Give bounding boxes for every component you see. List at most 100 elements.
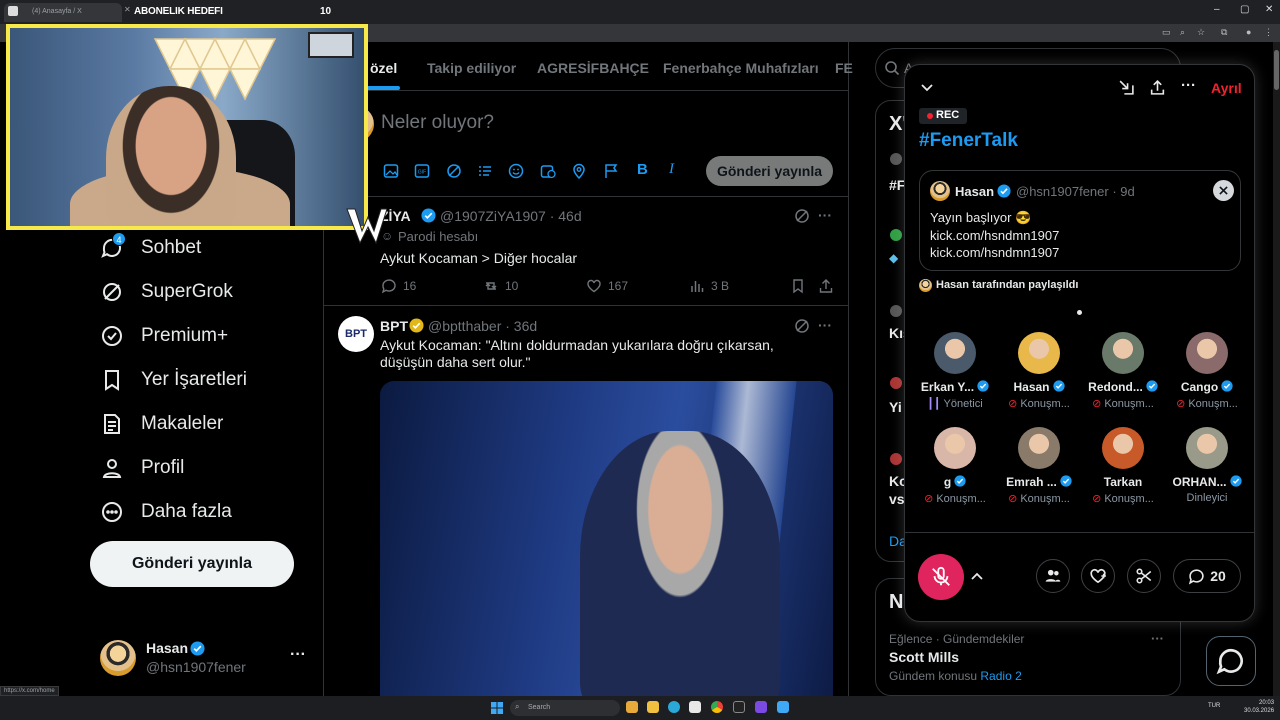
like-button[interactable]: 167 [586,278,628,294]
participant-role: ⊘ Konuşm... [1080,492,1166,505]
tab-list-icon[interactable] [8,6,18,16]
app-icon[interactable] [626,701,638,713]
taskbar-search[interactable]: Search [510,700,620,716]
space-participant[interactable]: Emrah ... ⊘ Konuşm... [996,427,1082,517]
space-participant[interactable]: Erkan Y... ┃┃ Yönetici [912,332,998,422]
share-icon[interactable] [1149,79,1166,96]
menu-icon[interactable]: ⋮ [1264,27,1273,38]
leave-space-button[interactable]: Ayrıl [1211,80,1242,96]
collapse-chevron-icon[interactable] [919,80,935,96]
app-icon[interactable] [755,701,767,713]
italic-icon[interactable]: I [669,161,674,178]
space-participant[interactable]: g ⊘ Konuşm... [912,427,998,517]
browser-tab[interactable]: (4) Anasayfa / X [4,3,122,22]
space-participant[interactable]: Tarkan ⊘ Konuşm... [1080,427,1166,517]
people-button[interactable] [1036,559,1070,593]
more-dots-icon[interactable]: ··· [818,317,832,333]
nav-item-bookmarks[interactable]: Yer İşaretleri [100,364,247,396]
tweet-media-image[interactable] [380,381,833,696]
subscription-goal-count: 10 [320,6,332,17]
trend-sub-link[interactable]: Radio 2 [980,669,1021,683]
nav-item-more[interactable]: Daha fazla [100,496,232,528]
emoji-icon[interactable] [508,163,524,179]
space-participant[interactable]: ORHAN... Dinleyici [1164,427,1250,517]
star-icon[interactable]: ☆ [1197,27,1205,38]
grok-icon[interactable] [794,318,810,334]
nav-item-articles[interactable]: Makaleler [100,408,223,440]
nav-item-premium[interactable]: Premium+ [100,320,228,352]
flag-icon[interactable] [603,163,619,179]
space-chat-button[interactable]: 20 [1173,559,1241,593]
language-indicator[interactable]: TUR [1208,703,1220,709]
share-icon[interactable] [818,278,834,294]
mic-muted-button[interactable] [918,554,964,600]
tab-following[interactable]: Takip ediliyor [427,60,516,76]
nav-item-profile[interactable]: Profil [100,452,184,484]
tweet-handle-time[interactable]: @bptthaber · 36d [428,318,537,334]
expand-up-chevron-icon[interactable] [969,568,985,584]
profile-avatar-icon[interactable]: ● [1246,27,1251,37]
scrollbar[interactable] [1273,42,1280,696]
poll-icon[interactable] [477,163,493,179]
extensions-icon[interactable]: ⧉ [1221,27,1227,38]
tab-cut[interactable]: FE [835,60,853,76]
tab-fenerbahce-muhafizlari[interactable]: Fenerbahçe Muhafızları [663,60,819,76]
image-icon[interactable] [383,163,399,179]
space-participant[interactable]: Redond... ⊘ Konuşm... [1080,332,1166,422]
compose-input[interactable]: Neler oluyor? [381,112,494,134]
obs-icon[interactable] [733,701,745,713]
more-dots-icon[interactable]: ··· [290,646,306,664]
edge-browser-icon[interactable] [668,701,680,713]
pinned-link[interactable]: kick.com/hsndmn1907 [930,228,1059,243]
more-dots-icon[interactable]: ··· [1151,631,1164,646]
minimize-icon[interactable]: – [1214,4,1220,15]
retweet-button[interactable]: 10 [483,278,518,294]
bold-icon[interactable]: B [637,161,648,178]
close-window-icon[interactable]: ✕ [1265,4,1273,15]
compose-post-button[interactable]: Gönderi yayınla [706,156,833,186]
views-button[interactable]: 3 B [689,278,729,294]
space-title[interactable]: #FenerTalk [919,130,1018,152]
reactions-button[interactable] [1081,559,1115,593]
trend-title[interactable]: Scott Mills [889,649,959,665]
space-participant[interactable]: Hasan ⊘ Konuşm... [996,332,1082,422]
tab-ozel[interactable]: özel [370,60,397,76]
schedule-icon[interactable] [540,163,556,179]
more-dots-icon[interactable]: ··· [1181,77,1196,94]
tweet-handle-time[interactable]: @1907ZiYA1907 · 46d [440,208,582,224]
location-icon[interactable] [571,163,587,179]
clip-button[interactable] [1127,559,1161,593]
tweet-author-name[interactable]: BPT [380,318,408,334]
windows-start-icon[interactable] [491,701,503,714]
bookmark-icon[interactable] [790,278,806,294]
zoom-icon[interactable]: ⌕ [1180,27,1185,38]
reply-button[interactable]: 16 [381,278,416,294]
tweet-avatar[interactable]: BPT [338,316,374,352]
gif-icon[interactable]: GIF [414,163,430,179]
cast-icon[interactable]: ▭ [1162,27,1171,38]
tab-agresifbahce[interactable]: AGRESİFBAHÇE [537,60,649,76]
pinned-link[interactable]: kick.com/hsndmn1907 [930,245,1059,260]
participant-role: ⊘ Konuşm... [996,492,1082,505]
grok-icon[interactable] [446,163,462,179]
nav-item-supergrok[interactable]: SuperGrok [100,276,233,308]
taskbar-clock[interactable]: 20:03 30.03.2026 [1244,699,1274,715]
store-icon[interactable] [689,701,701,713]
grok-icon[interactable] [794,208,810,224]
account-switcher[interactable]: Hasan @hsn1907fener ··· [100,640,310,680]
participant-role: ┃┃ Yönetici [912,397,998,410]
messages-fab[interactable] [1206,636,1256,686]
retweet-count: 10 [505,279,519,293]
minimize-space-icon[interactable] [1118,79,1135,96]
space-participant[interactable]: Cango ⊘ Konuşm... [1164,332,1250,422]
chrome-icon[interactable] [711,701,723,713]
app-icon[interactable] [777,701,789,713]
reply-count: 16 [403,279,417,293]
file-explorer-icon[interactable] [647,701,659,713]
close-icon[interactable] [1213,180,1234,201]
close-tab-icon[interactable]: ✕ [124,5,131,14]
more-dots-icon[interactable]: ··· [818,207,832,223]
participant-role-text: Konuşm... [1020,493,1070,505]
maximize-icon[interactable]: ▢ [1240,4,1249,15]
post-button[interactable]: Gönderi yayınla [90,541,294,587]
